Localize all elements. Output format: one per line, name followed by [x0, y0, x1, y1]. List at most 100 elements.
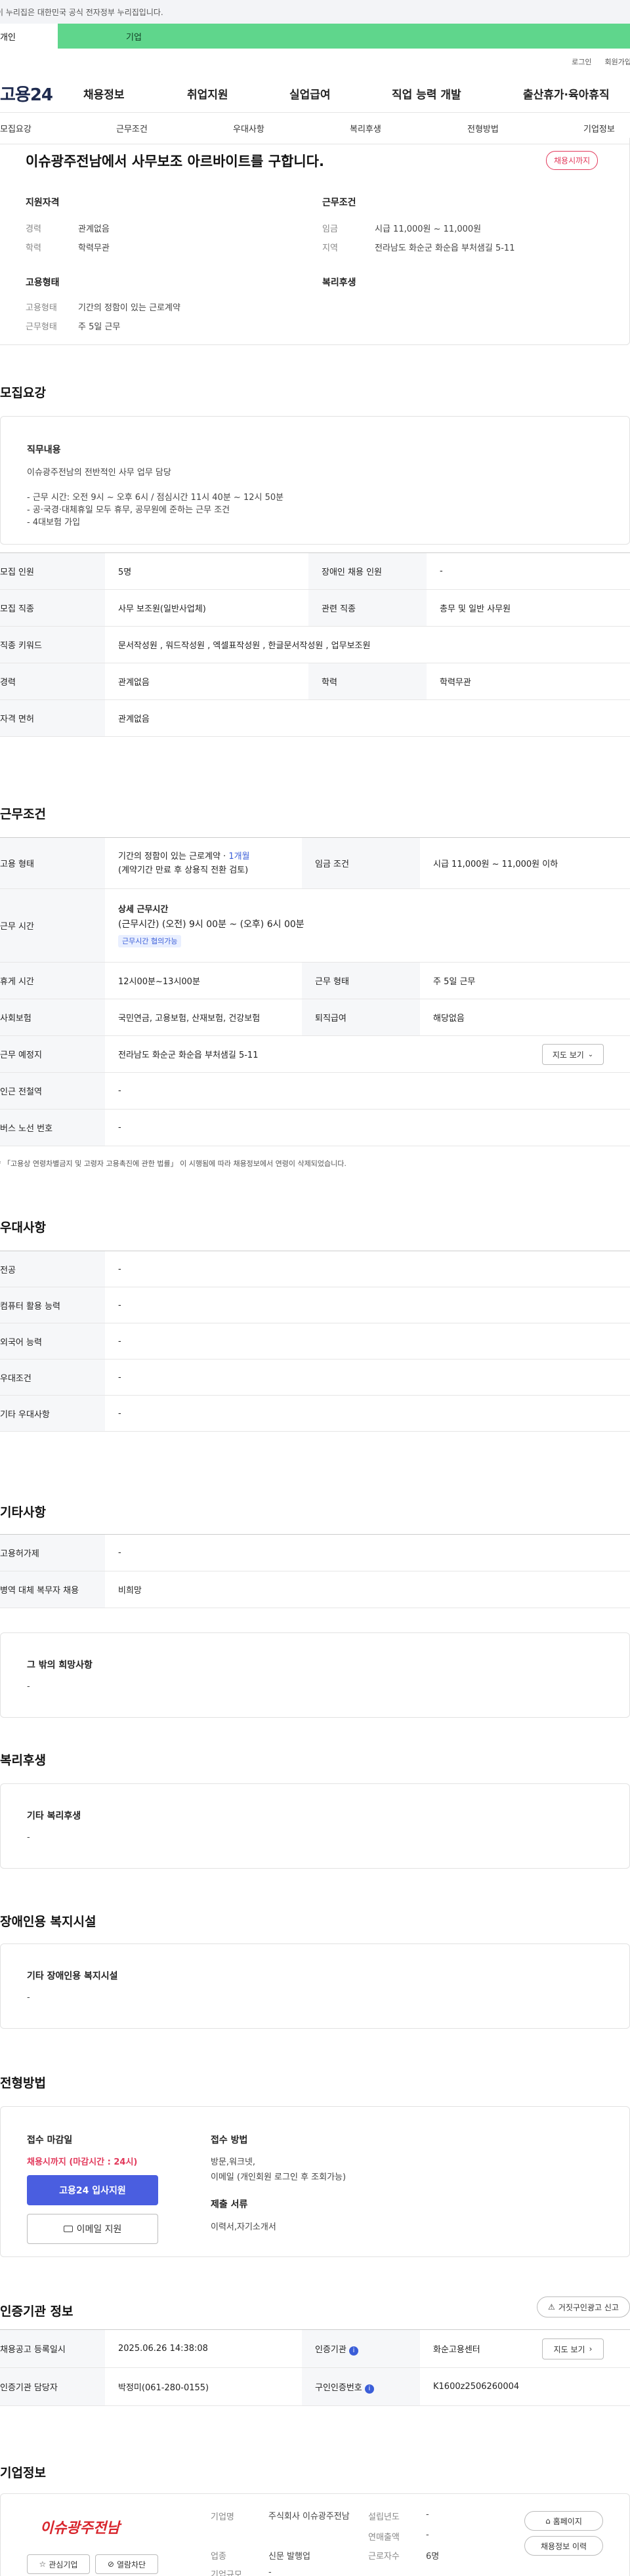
section-title-disabled: 장애인용 복지시설 — [0, 1915, 96, 1929]
table-row: 인근 전철역 - — [0, 1072, 630, 1110]
table-header: 근무 예정지 — [0, 1035, 105, 1073]
table-header: 인증기관 담당자 — [0, 2367, 105, 2406]
table-row: 모집 직종 사무 보조원(일반사업체) 관련 직종 총무 및 일반 사무원 — [0, 589, 630, 627]
emp-months-link[interactable]: 1개월 — [228, 852, 249, 862]
subnav-work[interactable]: 근무조건 — [116, 122, 148, 135]
table-cell: 해당없음 — [420, 999, 630, 1036]
table-header: 모집 인원 — [0, 552, 105, 590]
history-button[interactable]: 채용정보 이력 — [524, 2536, 603, 2556]
map-button[interactable]: 지도 보기 ⌄ — [542, 1044, 604, 1065]
email-apply-button[interactable]: 이메일 지원 — [27, 2214, 158, 2244]
cert-map-button[interactable]: 지도 보기 › — [542, 2338, 604, 2359]
company-card: 이슈광주전남 ☆ 관심기업 ⊘ 열람차단 기업명 주식회사 이슈광주전남 업종 신문… — [0, 2493, 630, 2576]
gnb-item-parental[interactable]: 출산휴가·육아휴직 — [523, 85, 610, 102]
info-icon[interactable]: i — [348, 2346, 358, 2356]
fav-company-button[interactable]: ☆ 관심기업 — [27, 2554, 90, 2574]
table-cell: 관계없음 — [105, 663, 308, 700]
duty-card: 직무내용 이슈광주전남의 전반적인 사무 업무 담당 - 근무 시간: 오전 9… — [0, 416, 630, 545]
qual-value: 관계없음 — [78, 224, 110, 234]
qual-title: 지원자격 — [26, 197, 60, 208]
table-cell: - — [105, 1287, 630, 1323]
gnb-item-benefit[interactable]: 실업급여 — [289, 85, 392, 102]
deadline-badge: 채용시까지 — [546, 151, 598, 170]
info-label: 설립년도 — [368, 2512, 400, 2522]
apply-button[interactable]: 고용24 입사지원 — [27, 2175, 158, 2205]
table-header: 외국어 능력 — [0, 1323, 105, 1360]
table-cell: - — [427, 552, 630, 590]
gov-notice-bar: 이 누리집은 대한민국 공식 전자정부 누리집입니다. — [0, 0, 630, 24]
table-row: 근무 예정지 전라남도 화순군 화순읍 부처샘길 5-11 지도 보기 ⌄ — [0, 1035, 630, 1073]
info-icon[interactable]: i — [364, 2384, 374, 2394]
cond-label: 임금 — [322, 224, 338, 234]
section-title-welfare: 복리후생 — [0, 1753, 46, 1768]
summary-card: 이슈광주전남에서 사무보조 아르바이트를 구합니다. 채용시까지 지원자격 경력… — [0, 138, 630, 345]
docs-title: 제출 서류 — [211, 2199, 248, 2210]
table-header: 인증기관 i — [302, 2329, 420, 2368]
section-title-cert: 인증기관 정보 — [0, 2304, 74, 2319]
subnav-pref[interactable]: 우대사항 — [233, 122, 264, 135]
table-row: 병역 대체 복무자 채용 비희망 — [0, 1571, 630, 1608]
table-cell: - — [105, 1251, 630, 1287]
hope-title: 그 밖의 희망사항 — [27, 1660, 93, 1671]
duty-line: - 공·국경·대체휴일 모두 휴무, 공무원에 준하는 근무 조건 — [27, 505, 230, 515]
cond-value: 시급 11,000원 ~ 11,000원 — [375, 224, 482, 234]
login-link[interactable]: 로그인 — [572, 56, 591, 67]
job-title: 이슈광주전남에서 사무보조 아르바이트를 구합니다. — [26, 154, 324, 169]
etc-table: 고용허가제 - 병역 대체 복무자 채용 비희망 — [0, 1534, 630, 1608]
signup-link[interactable]: 회원가입 — [605, 56, 630, 67]
deadline-title: 접수 마감일 — [27, 2135, 73, 2146]
table-cell: - — [105, 1359, 630, 1396]
cond-value: 전라남도 화순군 화순읍 부처샘길 5-11 — [375, 243, 515, 253]
tab-person[interactable]: 개인 — [0, 24, 58, 49]
homepage-button[interactable]: ⌂ 홈페이지 — [524, 2511, 603, 2531]
star-icon: ☆ — [39, 2560, 47, 2569]
member-tabs: 개인 기업 — [0, 24, 630, 49]
tab-biz[interactable]: 기업 — [58, 24, 630, 49]
disabled-card: 기타 장애인용 복지시설 - — [0, 1943, 630, 2029]
table-row: 컴퓨터 활용 능력 - — [0, 1287, 630, 1323]
table-header: 관련 직종 — [308, 589, 427, 627]
report-button[interactable]: ⚠ 거짓구인광고 신고 — [537, 2296, 630, 2317]
gnb-item-jobs[interactable]: 채용정보 — [83, 85, 187, 102]
table-row: 외국어 능력 - — [0, 1323, 630, 1360]
table-cell: 관계없음 — [105, 699, 630, 737]
table-header: 경력 — [0, 663, 105, 700]
table-cell: 화순고용센터 지도 보기 › — [420, 2329, 630, 2368]
company-staff: 6명 — [426, 2552, 440, 2562]
subnav-company[interactable]: 기업정보 — [583, 122, 615, 135]
block-view-button[interactable]: ⊘ 열람차단 — [95, 2554, 158, 2574]
company-industry: 신문 발행업 — [268, 2552, 310, 2562]
table-header: 고용허가제 — [0, 1534, 105, 1571]
hope-value: - — [27, 1682, 30, 1692]
company-logo: 이슈광주전남 — [40, 2520, 120, 2537]
table-row: 근무 시간 상세 근무시간 (근무시간) (오전) 9시 00분 ~ (오후) … — [0, 888, 630, 963]
welfare-card: 기타 복리후생 - — [0, 1783, 630, 1869]
warning-icon: ⚠ — [548, 2302, 555, 2312]
duty-line: - 근무 시간: 오전 9시 ~ 오후 6시 / 점심시간 11시 40분 ~ … — [27, 493, 284, 503]
table-cell: 문서작성원 , 워드작성원 , 엑셀표작성원 , 한글문서작성원 , 업무보조원 — [105, 626, 630, 663]
table-row: 우대조건 - — [0, 1359, 630, 1396]
table-header: 병역 대체 복무자 채용 — [0, 1571, 105, 1608]
table-header: 학력 — [308, 663, 427, 700]
site-logo[interactable]: 고용24 — [0, 81, 83, 106]
table-row: 버스 노선 번호 - — [0, 1109, 630, 1146]
qual-value: 학력무관 — [78, 243, 110, 253]
duty-title: 직무내용 — [27, 445, 61, 455]
gnb-item-support[interactable]: 취업지원 — [187, 85, 289, 102]
table-header: 고용 형태 — [0, 837, 105, 889]
qual-label: 학력 — [26, 243, 41, 253]
subnav-welfare[interactable]: 복리후생 — [350, 122, 381, 135]
section-title-recruit: 모집요강 — [0, 386, 46, 400]
subnav-process[interactable]: 전형방법 — [467, 122, 499, 135]
deadline-value: 채용시까지 (마감시간 : 24시) — [27, 2157, 138, 2167]
table-header: 자격 면허 — [0, 699, 105, 737]
method-title: 접수 방법 — [211, 2135, 248, 2146]
gnb-item-training[interactable]: 직업 능력 개발 — [392, 85, 523, 102]
table-cell: 2025.06.26 14:38:08 — [105, 2329, 302, 2368]
company-founded: - — [426, 2510, 429, 2520]
hours-title: 상세 근무시간 — [118, 904, 169, 915]
subnav-recruit[interactable]: 모집요강 — [0, 122, 32, 135]
hope-card: 그 밖의 희망사항 - — [0, 1632, 630, 1718]
table-header: 우대조건 — [0, 1359, 105, 1396]
hours-value: (근무시간) (오전) 9시 00분 ~ (오후) 6시 00분 — [118, 919, 304, 930]
